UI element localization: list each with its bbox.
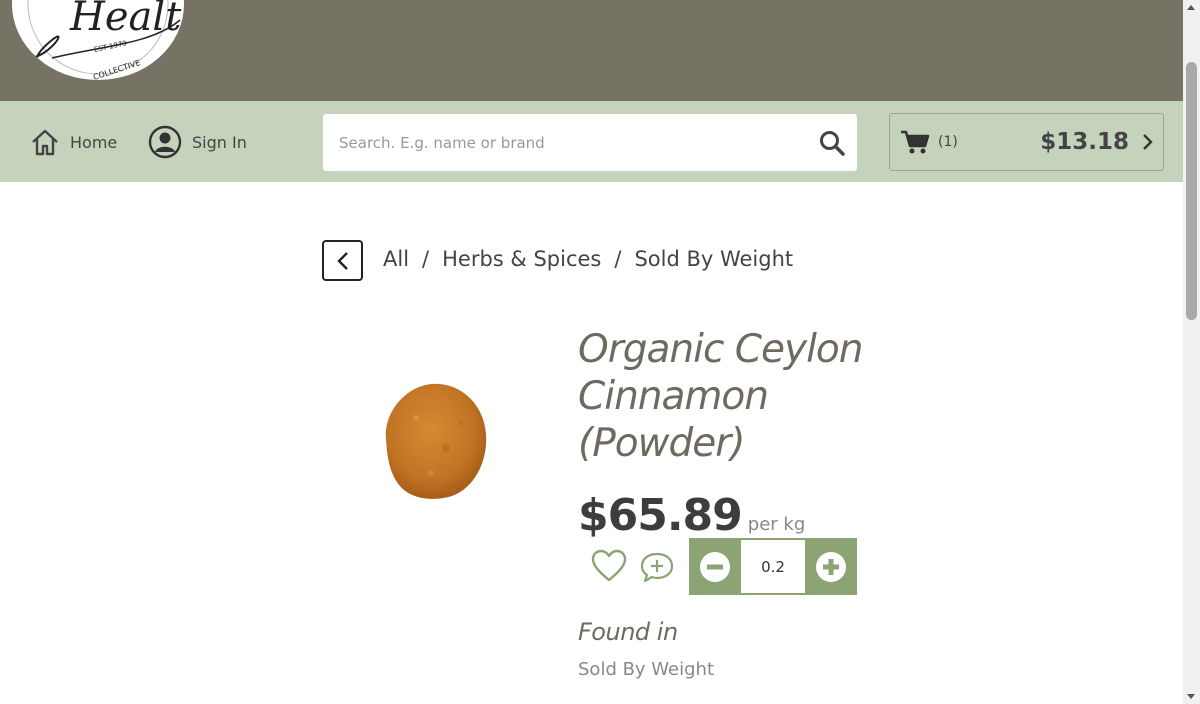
scrollbar-thumb[interactable]: [1186, 62, 1197, 320]
logo-sub-text: COLLECTIVE: [92, 58, 142, 80]
quantity-stepper: [689, 538, 857, 595]
minus-icon: [700, 551, 730, 582]
site-banner: Health EST 1979 COLLECTIVE: [0, 0, 1183, 101]
logo-graphic: Health EST 1979 COLLECTIVE: [19, 0, 184, 80]
nav-bar: Home Sign In (1) $13.18: [0, 101, 1183, 182]
logo-est-text: EST 1979: [93, 39, 127, 54]
increase-quantity-button[interactable]: [805, 538, 857, 595]
home-icon: [30, 127, 60, 157]
decrease-quantity-button[interactable]: [689, 538, 741, 595]
product-title: Organic Ceylon Cinnamon (Powder): [578, 327, 864, 466]
heart-icon: [591, 549, 627, 582]
search-box: [323, 114, 857, 171]
product-price: $65.89: [578, 490, 743, 541]
home-label: Home: [70, 132, 118, 152]
site-logo[interactable]: Health EST 1979 COLLECTIVE: [12, 0, 184, 80]
cart-icon: [900, 129, 930, 155]
scroll-down-icon[interactable]: [1187, 694, 1195, 699]
page-scrollbar[interactable]: [1183, 0, 1200, 704]
found-in-category-link[interactable]: Sold By Weight: [578, 659, 714, 680]
chevron-right-icon: [1141, 133, 1153, 151]
cart-button[interactable]: (1) $13.18: [889, 113, 1164, 171]
sign-in-label: Sign In: [192, 132, 247, 152]
found-in-heading: Found in: [578, 618, 678, 646]
price-row: $65.89 per kg: [578, 490, 805, 541]
breadcrumb-separator: /: [422, 247, 430, 271]
price-unit: per kg: [747, 514, 806, 535]
breadcrumb: All / Herbs & Spices / Sold By Weight: [383, 247, 793, 271]
search-input[interactable]: [323, 114, 807, 171]
breadcrumb-item-herbs-spices[interactable]: Herbs & Spices: [442, 247, 601, 271]
add-comment-button[interactable]: [639, 550, 675, 584]
search-button[interactable]: [807, 114, 857, 171]
product-image: [376, 378, 494, 504]
quantity-input[interactable]: [741, 540, 805, 593]
breadcrumb-item-all[interactable]: All: [383, 247, 409, 271]
cart-total: $13.18: [1040, 129, 1129, 155]
search-icon: [820, 130, 845, 156]
home-link[interactable]: Home: [30, 125, 117, 159]
scroll-up-icon[interactable]: [1187, 5, 1195, 10]
logo-script-text: Health: [69, 0, 184, 40]
comment-plus-icon: [640, 552, 674, 583]
breadcrumb-item-sold-by-weight[interactable]: Sold By Weight: [634, 247, 793, 271]
user-icon: [148, 125, 182, 159]
sign-in-link[interactable]: Sign In: [148, 125, 247, 159]
back-button[interactable]: [322, 240, 363, 281]
wishlist-button[interactable]: [590, 548, 628, 584]
chevron-left-icon: [336, 251, 348, 270]
cart-count: (1): [938, 134, 958, 150]
breadcrumb-separator: /: [614, 247, 622, 271]
plus-icon: [816, 551, 846, 582]
